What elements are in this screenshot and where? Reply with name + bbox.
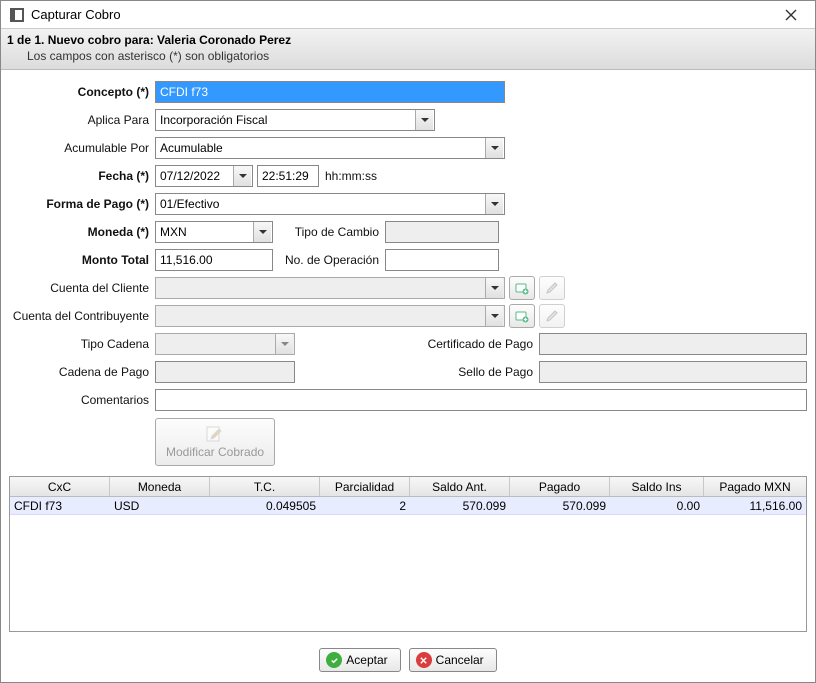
- col-parcialidad[interactable]: Parcialidad: [320, 477, 410, 496]
- acumulable-select[interactable]: Acumulable: [155, 137, 505, 159]
- footer: Aceptar Cancelar: [1, 640, 815, 682]
- label-hhmmss: hh:mm:ss: [319, 169, 383, 183]
- label-tipo-cambio: Tipo de Cambio: [273, 225, 385, 239]
- window-title: Capturar Cobro: [31, 7, 775, 22]
- fecha-input[interactable]: 07/12/2022: [155, 165, 253, 187]
- label-cadena-pago: Cadena de Pago: [9, 365, 155, 379]
- label-monto-total: Monto Total: [9, 253, 155, 267]
- app-icon: [9, 7, 25, 23]
- chevron-down-icon: [415, 110, 433, 130]
- col-saldo-ins[interactable]: Saldo Ins: [610, 477, 704, 496]
- close-button[interactable]: [775, 5, 807, 25]
- grid: CxC Moneda T.C. Parcialidad Saldo Ant. P…: [9, 476, 807, 632]
- chevron-down-icon: [485, 194, 503, 214]
- cert-pago-input: [539, 333, 807, 355]
- label-cuenta-contrib: Cuenta del Contribuyente: [9, 309, 155, 323]
- label-no-operacion: No. de Operación: [273, 253, 385, 267]
- no-operacion-input[interactable]: [385, 249, 499, 271]
- col-pagado-mxn[interactable]: Pagado MXN: [704, 477, 806, 496]
- header-line1: 1 de 1. Nuevo cobro para: Valeria Corona…: [7, 33, 809, 47]
- label-tipo-cadena: Tipo Cadena: [9, 337, 155, 351]
- label-concepto: Concepto (*): [9, 85, 155, 99]
- header-line2: Los campos con asterisco (*) son obligat…: [7, 49, 809, 63]
- chevron-down-icon: [485, 138, 503, 158]
- label-comentarios: Comentarios: [9, 393, 155, 407]
- add-account-button[interactable]: [509, 276, 535, 300]
- chevron-down-icon: [253, 222, 271, 242]
- form-area: Concepto (*) Aplica Para Incorporación F…: [1, 70, 815, 474]
- col-tc[interactable]: T.C.: [210, 477, 320, 496]
- grid-row[interactable]: CFDI f73 USD 0.049505 2 570.099 570.099 …: [10, 497, 806, 515]
- col-pagado[interactable]: Pagado: [510, 477, 610, 496]
- label-fecha: Fecha (*): [9, 169, 155, 183]
- monto-total-input[interactable]: [155, 249, 273, 271]
- edit-document-icon: [205, 425, 225, 443]
- comentarios-input[interactable]: [155, 389, 807, 411]
- col-saldo-ant[interactable]: Saldo Ant.: [410, 477, 510, 496]
- label-sello-pago: Sello de Pago: [452, 365, 539, 379]
- cancelar-button[interactable]: Cancelar: [409, 648, 497, 672]
- tipo-cambio-input: [385, 221, 499, 243]
- tipo-cadena-select: [155, 333, 295, 355]
- header-band: 1 de 1. Nuevo cobro para: Valeria Corona…: [1, 29, 815, 70]
- add-account-button-2[interactable]: [509, 304, 535, 328]
- label-acumulable: Acumulable Por: [9, 141, 155, 155]
- cadena-pago-input: [155, 361, 295, 383]
- sello-pago-input: [539, 361, 807, 383]
- chevron-down-icon: [485, 306, 503, 326]
- aceptar-button[interactable]: Aceptar: [319, 648, 400, 672]
- chevron-down-icon: [233, 166, 251, 186]
- label-cert-pago: Certificado de Pago: [422, 337, 539, 351]
- chevron-down-icon: [275, 334, 293, 354]
- label-forma-pago: Forma de Pago (*): [9, 197, 155, 211]
- modificar-cobrado-label: Modificar Cobrado: [166, 445, 264, 459]
- hora-input[interactable]: [257, 165, 319, 187]
- moneda-select[interactable]: MXN: [155, 221, 273, 243]
- aplica-para-select[interactable]: Incorporación Fiscal: [155, 109, 435, 131]
- titlebar: Capturar Cobro: [1, 1, 815, 29]
- cuenta-cliente-select[interactable]: [155, 277, 505, 299]
- label-moneda: Moneda (*): [9, 225, 155, 239]
- grid-header: CxC Moneda T.C. Parcialidad Saldo Ant. P…: [10, 477, 806, 497]
- cuenta-contrib-select[interactable]: [155, 305, 505, 327]
- check-icon: [326, 652, 342, 668]
- edit-account-button-2: [539, 304, 565, 328]
- concepto-input[interactable]: [155, 81, 505, 103]
- x-icon: [416, 652, 432, 668]
- forma-pago-select[interactable]: 01/Efectivo: [155, 193, 505, 215]
- col-cxc[interactable]: CxC: [10, 477, 110, 496]
- label-aplica-para: Aplica Para: [9, 113, 155, 127]
- label-cuenta-cliente: Cuenta del Cliente: [9, 281, 155, 295]
- chevron-down-icon: [485, 278, 503, 298]
- edit-account-button: [539, 276, 565, 300]
- col-moneda[interactable]: Moneda: [110, 477, 210, 496]
- modificar-cobrado-button: Modificar Cobrado: [155, 418, 275, 466]
